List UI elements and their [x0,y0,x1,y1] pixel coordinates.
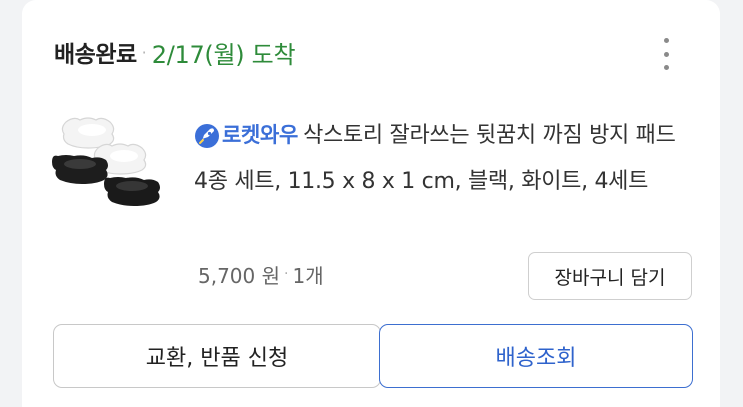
black-pad-1 [52,155,108,184]
delivery-tracking-button[interactable]: 배송조회 [379,324,693,388]
rocket-icon [194,123,220,149]
order-card: 배송완료 · 2/17(월) 도착 로켓와우 삭스토리 잘라쓰는 뒷꿈치 까짐 … [22,0,720,407]
price-row: 5,700 원 · 1개 [198,258,324,290]
add-to-cart-button[interactable]: 장바구니 담기 [528,252,692,300]
more-options-icon[interactable] [652,36,680,72]
separator-dot: · [284,266,289,282]
product-title-block[interactable]: 로켓와우 삭스토리 잘라쓰는 뒷꿈치 까짐 방지 패드 4종 세트, 11.5 x… [194,112,694,205]
product-thumbnail[interactable] [50,106,172,228]
more-dot [663,38,669,43]
arrival-date: 2/17(월) 도착 [151,40,296,69]
order-status-row: 배송완료 · 2/17(월) 도착 [54,34,296,70]
separator-dot: · [141,42,147,62]
delivery-status: 배송완료 [54,42,137,68]
more-dot [663,51,669,57]
more-dot [663,65,669,70]
product-price: 5,700 원 [198,263,281,288]
product-quantity: 1개 [292,263,324,288]
exchange-return-button[interactable]: 교환, 반품 신청 [53,324,381,388]
white-pad-1 [61,117,115,149]
rocket-wow-badge: 로켓와우 [222,123,299,147]
black-pad-2 [104,177,160,206]
